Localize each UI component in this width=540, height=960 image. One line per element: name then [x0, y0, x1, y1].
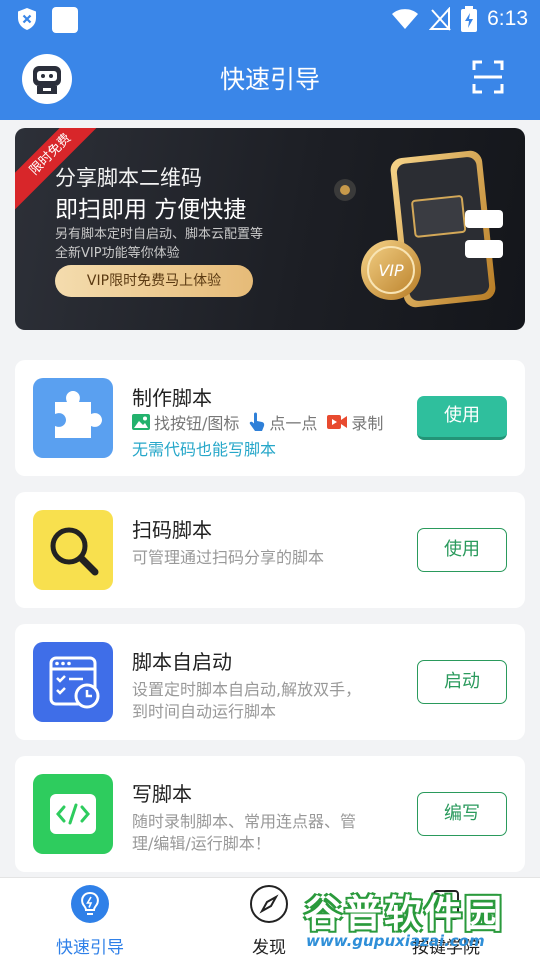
card-description: 可管理通过扫码分享的脚本 [132, 548, 325, 567]
card-title: 扫码脚本 [132, 518, 212, 542]
magnifier-icon [33, 510, 113, 590]
watermark: 谷普软件园 www.gupuxiazai.com [296, 877, 540, 960]
watermark-url: www.gupuxiazai.com [306, 932, 485, 950]
coin-text: VIP [378, 261, 404, 280]
card-auto-start[interactable]: 脚本自启动 设置定时脚本自启动,解放双手，到时间自动运行脚本 启动 [15, 624, 525, 740]
card-scan-script[interactable]: 扫码脚本 可管理通过扫码分享的脚本 使用 [15, 492, 525, 608]
card-title: 脚本自启动 [132, 650, 232, 674]
card-title: 写脚本 [132, 782, 192, 806]
compass-icon [250, 885, 288, 923]
card-make-script[interactable]: 制作脚本 找按钮/图标 点一点 录制 无需代码也能写脚本 使用 [15, 360, 525, 476]
record-icon [327, 415, 348, 429]
card-title: 制作脚本 [132, 386, 212, 410]
no-signal-icon [429, 7, 451, 31]
feature-row: 找按钮/图标 点一点 录制 [132, 410, 383, 434]
banner-headline-1: 分享脚本二维码 [55, 166, 202, 190]
tap-icon [250, 412, 265, 431]
app-bar: 快速引导 [0, 38, 540, 120]
banner-desc-2: 全新VIP功能等你体验 [55, 246, 180, 261]
feature-tap: 点一点 [269, 414, 318, 433]
status-bar: 6:13 [0, 0, 540, 38]
feature-find-button: 找按钮/图标 [154, 414, 240, 433]
card-description: 随时录制脚本、常用连点器、管理/编辑/运行脚本！ [132, 812, 357, 853]
card-description: 设置定时脚本自启动,解放双手，到时间自动运行脚本 [132, 680, 362, 721]
notification-icon [52, 7, 78, 33]
clock: 6:13 [487, 7, 528, 30]
banner-cta-button[interactable]: VIP限时免费马上体验 [55, 265, 253, 297]
code-icon [33, 774, 113, 854]
battery-charging-icon [461, 6, 478, 32]
phone-illustration: VIP [334, 150, 503, 308]
write-button[interactable]: 编写 [417, 792, 507, 836]
watermark-title: 谷普软件园 [304, 892, 505, 936]
nav-quick-guide[interactable]: 快速引导 [30, 884, 150, 958]
puzzle-icon [33, 378, 113, 458]
feature-record: 录制 [351, 414, 384, 433]
banner-headline-2: 即扫即用 方便快捷 [55, 197, 247, 223]
schedule-icon [33, 642, 113, 722]
image-icon [132, 414, 150, 430]
shield-x-icon [18, 8, 36, 30]
lightbulb-icon [71, 885, 109, 923]
card-subtitle: 无需代码也能写脚本 [132, 440, 277, 459]
page-title: 快速引导 [219, 65, 320, 94]
use-button[interactable]: 使用 [417, 528, 507, 572]
wifi-icon [392, 9, 419, 29]
banner-desc-1: 另有脚本定时自启动、脚本云配置等 [55, 227, 264, 242]
card-write-script[interactable]: 写脚本 随时录制脚本、常用连点器、管理/编辑/运行脚本！ 编写 [15, 756, 525, 872]
nav-label: 快速引导 [56, 938, 124, 958]
promo-banner[interactable]: 限时免费 分享脚本二维码 即扫即用 方便快捷 另有脚本定时自启动、脚本云配置等 … [15, 128, 525, 330]
scan-icon[interactable] [472, 60, 504, 94]
use-button[interactable]: 使用 [417, 396, 507, 440]
start-button[interactable]: 启动 [417, 660, 507, 704]
